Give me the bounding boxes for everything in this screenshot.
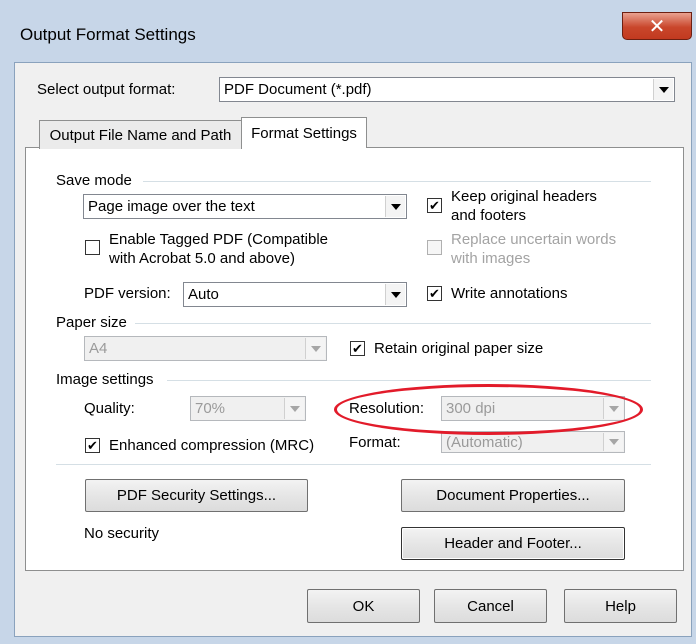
paper-size-value: A4 (89, 340, 108, 357)
window-title: Output Format Settings (20, 25, 196, 44)
tagged-pdf-label-2: with Acrobat 5.0 and above) (109, 250, 295, 267)
replace-words-label-2: with images (451, 250, 531, 267)
pdf-version-select[interactable]: Auto (183, 282, 407, 307)
image-settings-divider (167, 380, 651, 381)
chevron-down-icon (385, 196, 405, 217)
keep-headers-checkbox[interactable]: ✔ (427, 198, 442, 213)
replace-words-label-1: Replace uncertain words (451, 231, 617, 248)
paper-size-divider (135, 323, 651, 324)
check-icon: ✔ (352, 341, 363, 356)
output-format-label: Select output format: (37, 81, 176, 98)
highlight-ellipse (334, 384, 643, 435)
tagged-pdf-checkbox[interactable] (85, 240, 100, 255)
chevron-down-icon (603, 433, 623, 451)
image-settings-heading: Image settings (56, 371, 154, 388)
image-format-label: Format: (349, 434, 401, 451)
button-label: Help (605, 597, 636, 615)
header-footer-button[interactable]: Header and Footer... (401, 527, 625, 560)
write-annotations-label: Write annotations (451, 285, 568, 302)
quality-select[interactable]: 70% (190, 396, 306, 421)
security-status-text: No security (84, 525, 160, 542)
tab-output-file-name[interactable]: Output File Name and Path (39, 120, 242, 149)
button-label: Header and Footer... (444, 535, 582, 552)
button-label: PDF Security Settings... (116, 487, 277, 504)
tagged-pdf-label-1: Enable Tagged PDF (Compatible (109, 231, 329, 248)
retain-paper-size-label: Retain original paper size (374, 340, 544, 357)
bottom-divider (56, 464, 651, 465)
pdf-version-value: Auto (188, 286, 219, 303)
save-mode-select[interactable]: Page image over the text (83, 194, 407, 219)
check-icon: ✔ (429, 286, 440, 301)
check-icon: ✔ (87, 438, 98, 453)
image-format-value: (Automatic) (446, 433, 523, 451)
cancel-button[interactable]: Cancel (434, 589, 547, 623)
close-icon: ✕ (648, 15, 666, 38)
button-label: Document Properties... (436, 487, 590, 504)
replace-words-checkbox[interactable] (427, 240, 442, 255)
mrc-checkbox[interactable]: ✔ (85, 438, 100, 453)
keep-headers-label-2: and footers (451, 207, 527, 224)
retain-paper-size-checkbox[interactable]: ✔ (350, 341, 365, 356)
help-button[interactable]: Help (564, 589, 677, 623)
tab-label: Output File Name and Path (49, 126, 232, 144)
output-format-value: PDF Document (*.pdf) (224, 81, 372, 98)
chevron-down-icon (305, 338, 325, 359)
paper-size-select[interactable]: A4 (84, 336, 327, 361)
ok-button[interactable]: OK (307, 589, 420, 623)
button-label: OK (352, 597, 375, 615)
mrc-label: Enhanced compression (MRC) (109, 437, 315, 454)
button-label: Cancel (467, 597, 514, 615)
paper-size-heading: Paper size (56, 314, 127, 331)
check-icon: ✔ (429, 198, 440, 213)
chevron-down-icon (653, 79, 673, 100)
document-properties-button[interactable]: Document Properties... (401, 479, 625, 512)
quality-label: Quality: (84, 400, 135, 417)
save-mode-value: Page image over the text (88, 198, 255, 215)
write-annotations-checkbox[interactable]: ✔ (427, 286, 442, 301)
tab-label: Format Settings (251, 124, 357, 142)
chevron-down-icon (284, 398, 304, 419)
quality-value: 70% (195, 400, 226, 417)
close-button[interactable]: ✕ (622, 12, 692, 40)
output-format-select[interactable]: PDF Document (*.pdf) (219, 77, 675, 102)
save-mode-heading: Save mode (56, 172, 132, 189)
chevron-down-icon (385, 284, 405, 305)
pdf-version-label: PDF version: (84, 285, 171, 302)
keep-headers-label-1: Keep original headers (451, 188, 597, 205)
save-mode-divider (143, 181, 651, 182)
tab-format-settings[interactable]: Format Settings (241, 117, 367, 148)
dialog-window: Output Format Settings ✕ Select output f… (0, 0, 696, 644)
pdf-security-settings-button[interactable]: PDF Security Settings... (85, 479, 308, 512)
